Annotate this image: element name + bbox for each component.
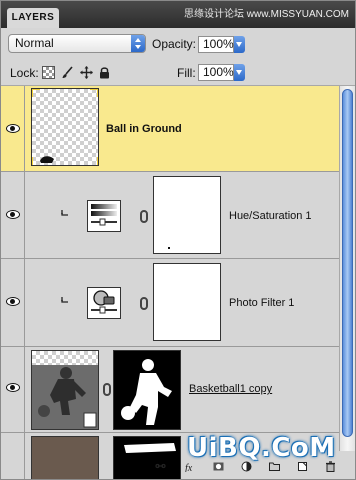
layer-thumbnail[interactable]	[31, 88, 99, 166]
visibility-toggle[interactable]	[1, 172, 25, 258]
layer-name[interactable]: Photo Filter 1	[229, 297, 294, 309]
photo-filter-icon	[91, 290, 117, 314]
layer-mask-thumbnail[interactable]	[153, 176, 221, 254]
visibility-toggle[interactable]	[1, 259, 25, 346]
link-layers-icon[interactable]	[155, 461, 166, 472]
mask-link-icon[interactable]	[140, 297, 148, 310]
layer-name[interactable]: Ball in Ground	[106, 123, 182, 135]
mask-link-icon[interactable]	[103, 383, 111, 396]
watermark-site: www.MISSYUAN.COM	[246, 9, 349, 20]
lock-all-icon[interactable]	[98, 66, 111, 79]
lock-transparent-pixels-icon[interactable]	[42, 66, 55, 79]
opacity-dropdown-button[interactable]	[234, 36, 245, 53]
layers-scrollbar[interactable]	[339, 86, 355, 451]
layer-name[interactable]: Hue/Saturation 1	[229, 210, 312, 222]
player-mask-graphic	[121, 359, 172, 425]
hue-saturation-icon	[91, 204, 117, 226]
layer-thumbnail[interactable]	[31, 436, 99, 479]
layer-row-ball-in-ground[interactable]: Ball in Ground	[1, 86, 339, 172]
hue-saturation-adjustment-icon[interactable]	[87, 200, 121, 232]
photo-filter-adjustment-icon[interactable]	[87, 287, 121, 319]
lock-image-pixels-icon[interactable]	[61, 66, 74, 79]
fill-label: Fill:	[177, 66, 196, 80]
mask-link-icon[interactable]	[140, 210, 148, 223]
lock-position-icon[interactable]	[80, 66, 93, 79]
svg-text:fx: fx	[185, 463, 193, 472]
clipping-mask-arrow-icon	[61, 210, 68, 216]
fill-input[interactable]: 100%	[198, 64, 234, 81]
watermark: 思缘设计论坛 www.MISSYUAN.COM	[184, 5, 349, 20]
eye-icon[interactable]	[6, 383, 20, 392]
opacity-input[interactable]: 100%	[198, 36, 234, 53]
layers-panel: LAYERS 思缘设计论坛 www.MISSYUAN.COM Normal Op…	[0, 0, 356, 480]
visibility-toggle[interactable]	[1, 433, 25, 479]
lock-row: Lock: Fill: 100%	[1, 58, 355, 86]
watermark-cn: 思缘设计论坛	[183, 9, 244, 20]
lock-label: Lock:	[10, 66, 39, 80]
mask-dot	[168, 247, 170, 249]
scrollbar-thumb[interactable]	[342, 89, 353, 437]
opacity-label: Opacity:	[152, 37, 197, 51]
layer-mask-thumbnail[interactable]	[113, 350, 181, 430]
layer-row-hue-saturation[interactable]: Hue/Saturation 1	[1, 172, 339, 259]
fill-dropdown-button[interactable]	[234, 64, 245, 81]
eye-icon[interactable]	[6, 124, 20, 133]
player-photo-graphic	[32, 365, 98, 429]
layer-row-basketball1-copy[interactable]: Basketball1 copy	[1, 347, 339, 433]
blend-mode-select[interactable]: Normal	[8, 34, 146, 53]
tab-layers[interactable]: LAYERS	[7, 8, 59, 28]
select-arrows-icon	[131, 35, 145, 52]
layer-name[interactable]: Basketball1 copy	[189, 383, 272, 395]
layer-mask-thumbnail[interactable]	[153, 263, 221, 341]
visibility-toggle[interactable]	[1, 86, 25, 171]
blend-row: Normal Opacity: 100%	[1, 28, 355, 58]
layers-list: Ball in Ground Hue/Saturation 1 Photo Fi…	[1, 86, 339, 479]
eye-icon[interactable]	[6, 297, 20, 306]
clipping-mask-arrow-icon	[61, 297, 68, 303]
panel-tab-bar: LAYERS 思缘设计论坛 www.MISSYUAN.COM	[1, 1, 355, 28]
blend-mode-value: Normal	[15, 36, 54, 50]
ball-shadow-graphic	[31, 88, 99, 165]
layer-thumbnail[interactable]	[31, 350, 99, 430]
brand-watermark: UiBQ.CoM	[187, 433, 336, 463]
eye-icon[interactable]	[6, 210, 20, 219]
layer-row-photo-filter[interactable]: Photo Filter 1	[1, 259, 339, 347]
visibility-toggle[interactable]	[1, 347, 25, 432]
